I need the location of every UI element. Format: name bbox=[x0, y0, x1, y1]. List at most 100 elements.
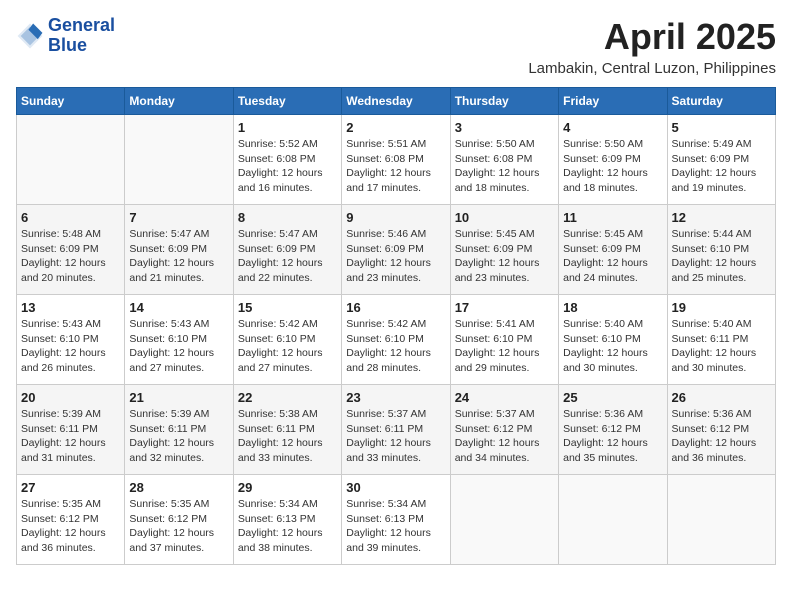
day-info: Sunrise: 5:48 AM Sunset: 6:09 PM Dayligh… bbox=[21, 227, 120, 286]
weekday-header: Tuesday bbox=[233, 88, 341, 115]
calendar-cell: 23 Sunrise: 5:37 AM Sunset: 6:11 PM Dayli… bbox=[342, 385, 450, 475]
day-number: 25 bbox=[563, 390, 662, 405]
calendar-week-row: 20 Sunrise: 5:39 AM Sunset: 6:11 PM Dayli… bbox=[17, 385, 776, 475]
calendar-cell: 1 Sunrise: 5:52 AM Sunset: 6:08 PM Daylig… bbox=[233, 115, 341, 205]
weekday-header: Wednesday bbox=[342, 88, 450, 115]
calendar-cell: 29Sunrise: 5:34 AM Sunset: 6:13 PM Dayli… bbox=[233, 475, 341, 565]
day-info: Sunrise: 5:43 AM Sunset: 6:10 PM Dayligh… bbox=[21, 317, 120, 376]
calendar-cell: 6 Sunrise: 5:48 AM Sunset: 6:09 PM Daylig… bbox=[17, 205, 125, 295]
calendar-cell: 11 Sunrise: 5:45 AM Sunset: 6:09 PM Dayli… bbox=[559, 205, 667, 295]
calendar-cell: 14 Sunrise: 5:43 AM Sunset: 6:10 PM Dayli… bbox=[125, 295, 233, 385]
weekday-header-row: SundayMondayTuesdayWednesdayThursdayFrid… bbox=[17, 88, 776, 115]
day-info: Sunrise: 5:43 AM Sunset: 6:10 PM Dayligh… bbox=[129, 317, 228, 376]
day-info: Sunrise: 5:35 AM Sunset: 6:12 PM Dayligh… bbox=[129, 497, 228, 556]
day-number: 14 bbox=[129, 300, 228, 315]
day-info: Sunrise: 5:51 AM Sunset: 6:08 PM Dayligh… bbox=[346, 137, 445, 196]
calendar-cell: 25 Sunrise: 5:36 AM Sunset: 6:12 PM Dayli… bbox=[559, 385, 667, 475]
day-number: 20 bbox=[21, 390, 120, 405]
calendar-cell: 21 Sunrise: 5:39 AM Sunset: 6:11 PM Dayli… bbox=[125, 385, 233, 475]
logo-text: General Blue bbox=[48, 16, 115, 56]
calendar-cell bbox=[125, 115, 233, 205]
logo-icon bbox=[16, 22, 44, 50]
weekday-header: Monday bbox=[125, 88, 233, 115]
day-number: 21 bbox=[129, 390, 228, 405]
day-info: Sunrise: 5:50 AM Sunset: 6:09 PM Dayligh… bbox=[563, 137, 662, 196]
day-number: 4 bbox=[563, 120, 662, 135]
day-number: 7 bbox=[129, 210, 228, 225]
day-info: Sunrise: 5:38 AM Sunset: 6:11 PM Dayligh… bbox=[238, 407, 337, 466]
day-info: Sunrise: 5:47 AM Sunset: 6:09 PM Dayligh… bbox=[129, 227, 228, 286]
calendar-cell bbox=[667, 475, 775, 565]
calendar-cell: 3Sunrise: 5:50 AM Sunset: 6:08 PM Daylig… bbox=[450, 115, 558, 205]
day-number: 22 bbox=[238, 390, 337, 405]
calendar-cell: 13 Sunrise: 5:43 AM Sunset: 6:10 PM Dayli… bbox=[17, 295, 125, 385]
page-header: General Blue April 2025 Lambakin, Centra… bbox=[16, 16, 776, 77]
day-info: Sunrise: 5:37 AM Sunset: 6:11 PM Dayligh… bbox=[346, 407, 445, 466]
day-info: Sunrise: 5:52 AM Sunset: 6:08 PM Dayligh… bbox=[238, 137, 337, 196]
day-number: 5 bbox=[672, 120, 771, 135]
day-info: Sunrise: 5:46 AM Sunset: 6:09 PM Dayligh… bbox=[346, 227, 445, 286]
day-number: 27 bbox=[21, 480, 120, 495]
logo: General Blue bbox=[16, 16, 115, 56]
day-number: 23 bbox=[346, 390, 445, 405]
day-info: Sunrise: 5:50 AM Sunset: 6:08 PM Dayligh… bbox=[455, 137, 554, 196]
calendar-body: 1 Sunrise: 5:52 AM Sunset: 6:08 PM Daylig… bbox=[17, 115, 776, 565]
calendar-cell bbox=[450, 475, 558, 565]
title-block: April 2025 Lambakin, Central Luzon, Phil… bbox=[528, 16, 776, 77]
calendar-cell: 8 Sunrise: 5:47 AM Sunset: 6:09 PM Daylig… bbox=[233, 205, 341, 295]
calendar-table: SundayMondayTuesdayWednesdayThursdayFrid… bbox=[16, 87, 776, 565]
calendar-cell bbox=[559, 475, 667, 565]
day-info: Sunrise: 5:36 AM Sunset: 6:12 PM Dayligh… bbox=[672, 407, 771, 466]
calendar-cell: 5 Sunrise: 5:49 AM Sunset: 6:09 PM Daylig… bbox=[667, 115, 775, 205]
calendar-cell: 20Sunrise: 5:39 AM Sunset: 6:11 PM Dayli… bbox=[17, 385, 125, 475]
calendar-cell: 9 Sunrise: 5:46 AM Sunset: 6:09 PM Daylig… bbox=[342, 205, 450, 295]
day-info: Sunrise: 5:47 AM Sunset: 6:09 PM Dayligh… bbox=[238, 227, 337, 286]
calendar-cell: 17Sunrise: 5:41 AM Sunset: 6:10 PM Dayli… bbox=[450, 295, 558, 385]
calendar-cell: 16 Sunrise: 5:42 AM Sunset: 6:10 PM Dayli… bbox=[342, 295, 450, 385]
day-number: 9 bbox=[346, 210, 445, 225]
weekday-header: Thursday bbox=[450, 88, 558, 115]
day-info: Sunrise: 5:37 AM Sunset: 6:12 PM Dayligh… bbox=[455, 407, 554, 466]
calendar-cell bbox=[17, 115, 125, 205]
day-number: 11 bbox=[563, 210, 662, 225]
day-info: Sunrise: 5:49 AM Sunset: 6:09 PM Dayligh… bbox=[672, 137, 771, 196]
day-number: 29 bbox=[238, 480, 337, 495]
calendar-header: SundayMondayTuesdayWednesdayThursdayFrid… bbox=[17, 88, 776, 115]
day-number: 19 bbox=[672, 300, 771, 315]
day-number: 13 bbox=[21, 300, 120, 315]
day-number: 10 bbox=[455, 210, 554, 225]
day-number: 30 bbox=[346, 480, 445, 495]
calendar-cell: 10 Sunrise: 5:45 AM Sunset: 6:09 PM Dayli… bbox=[450, 205, 558, 295]
day-number: 8 bbox=[238, 210, 337, 225]
day-info: Sunrise: 5:45 AM Sunset: 6:09 PM Dayligh… bbox=[455, 227, 554, 286]
day-number: 16 bbox=[346, 300, 445, 315]
calendar-cell: 24Sunrise: 5:37 AM Sunset: 6:12 PM Dayli… bbox=[450, 385, 558, 475]
calendar-cell: 27Sunrise: 5:35 AM Sunset: 6:12 PM Dayli… bbox=[17, 475, 125, 565]
calendar-cell: 18Sunrise: 5:40 AM Sunset: 6:10 PM Dayli… bbox=[559, 295, 667, 385]
calendar-cell: 2Sunrise: 5:51 AM Sunset: 6:08 PM Daylig… bbox=[342, 115, 450, 205]
weekday-header: Sunday bbox=[17, 88, 125, 115]
day-number: 15 bbox=[238, 300, 337, 315]
calendar-cell: 22 Sunrise: 5:38 AM Sunset: 6:11 PM Dayli… bbox=[233, 385, 341, 475]
day-number: 12 bbox=[672, 210, 771, 225]
calendar-cell: 28 Sunrise: 5:35 AM Sunset: 6:12 PM Dayli… bbox=[125, 475, 233, 565]
weekday-header: Saturday bbox=[667, 88, 775, 115]
day-number: 28 bbox=[129, 480, 228, 495]
calendar-cell: 30 Sunrise: 5:34 AM Sunset: 6:13 PM Dayli… bbox=[342, 475, 450, 565]
day-info: Sunrise: 5:42 AM Sunset: 6:10 PM Dayligh… bbox=[346, 317, 445, 376]
day-info: Sunrise: 5:36 AM Sunset: 6:12 PM Dayligh… bbox=[563, 407, 662, 466]
location-title: Lambakin, Central Luzon, Philippines bbox=[528, 60, 776, 77]
day-number: 6 bbox=[21, 210, 120, 225]
day-info: Sunrise: 5:42 AM Sunset: 6:10 PM Dayligh… bbox=[238, 317, 337, 376]
calendar-week-row: 13 Sunrise: 5:43 AM Sunset: 6:10 PM Dayli… bbox=[17, 295, 776, 385]
calendar-cell: 4 Sunrise: 5:50 AM Sunset: 6:09 PM Daylig… bbox=[559, 115, 667, 205]
day-info: Sunrise: 5:45 AM Sunset: 6:09 PM Dayligh… bbox=[563, 227, 662, 286]
weekday-header: Friday bbox=[559, 88, 667, 115]
day-info: Sunrise: 5:39 AM Sunset: 6:11 PM Dayligh… bbox=[129, 407, 228, 466]
day-info: Sunrise: 5:34 AM Sunset: 6:13 PM Dayligh… bbox=[346, 497, 445, 556]
calendar-cell: 12Sunrise: 5:44 AM Sunset: 6:10 PM Dayli… bbox=[667, 205, 775, 295]
day-info: Sunrise: 5:40 AM Sunset: 6:11 PM Dayligh… bbox=[672, 317, 771, 376]
day-info: Sunrise: 5:41 AM Sunset: 6:10 PM Dayligh… bbox=[455, 317, 554, 376]
calendar-week-row: 1 Sunrise: 5:52 AM Sunset: 6:08 PM Daylig… bbox=[17, 115, 776, 205]
day-number: 1 bbox=[238, 120, 337, 135]
